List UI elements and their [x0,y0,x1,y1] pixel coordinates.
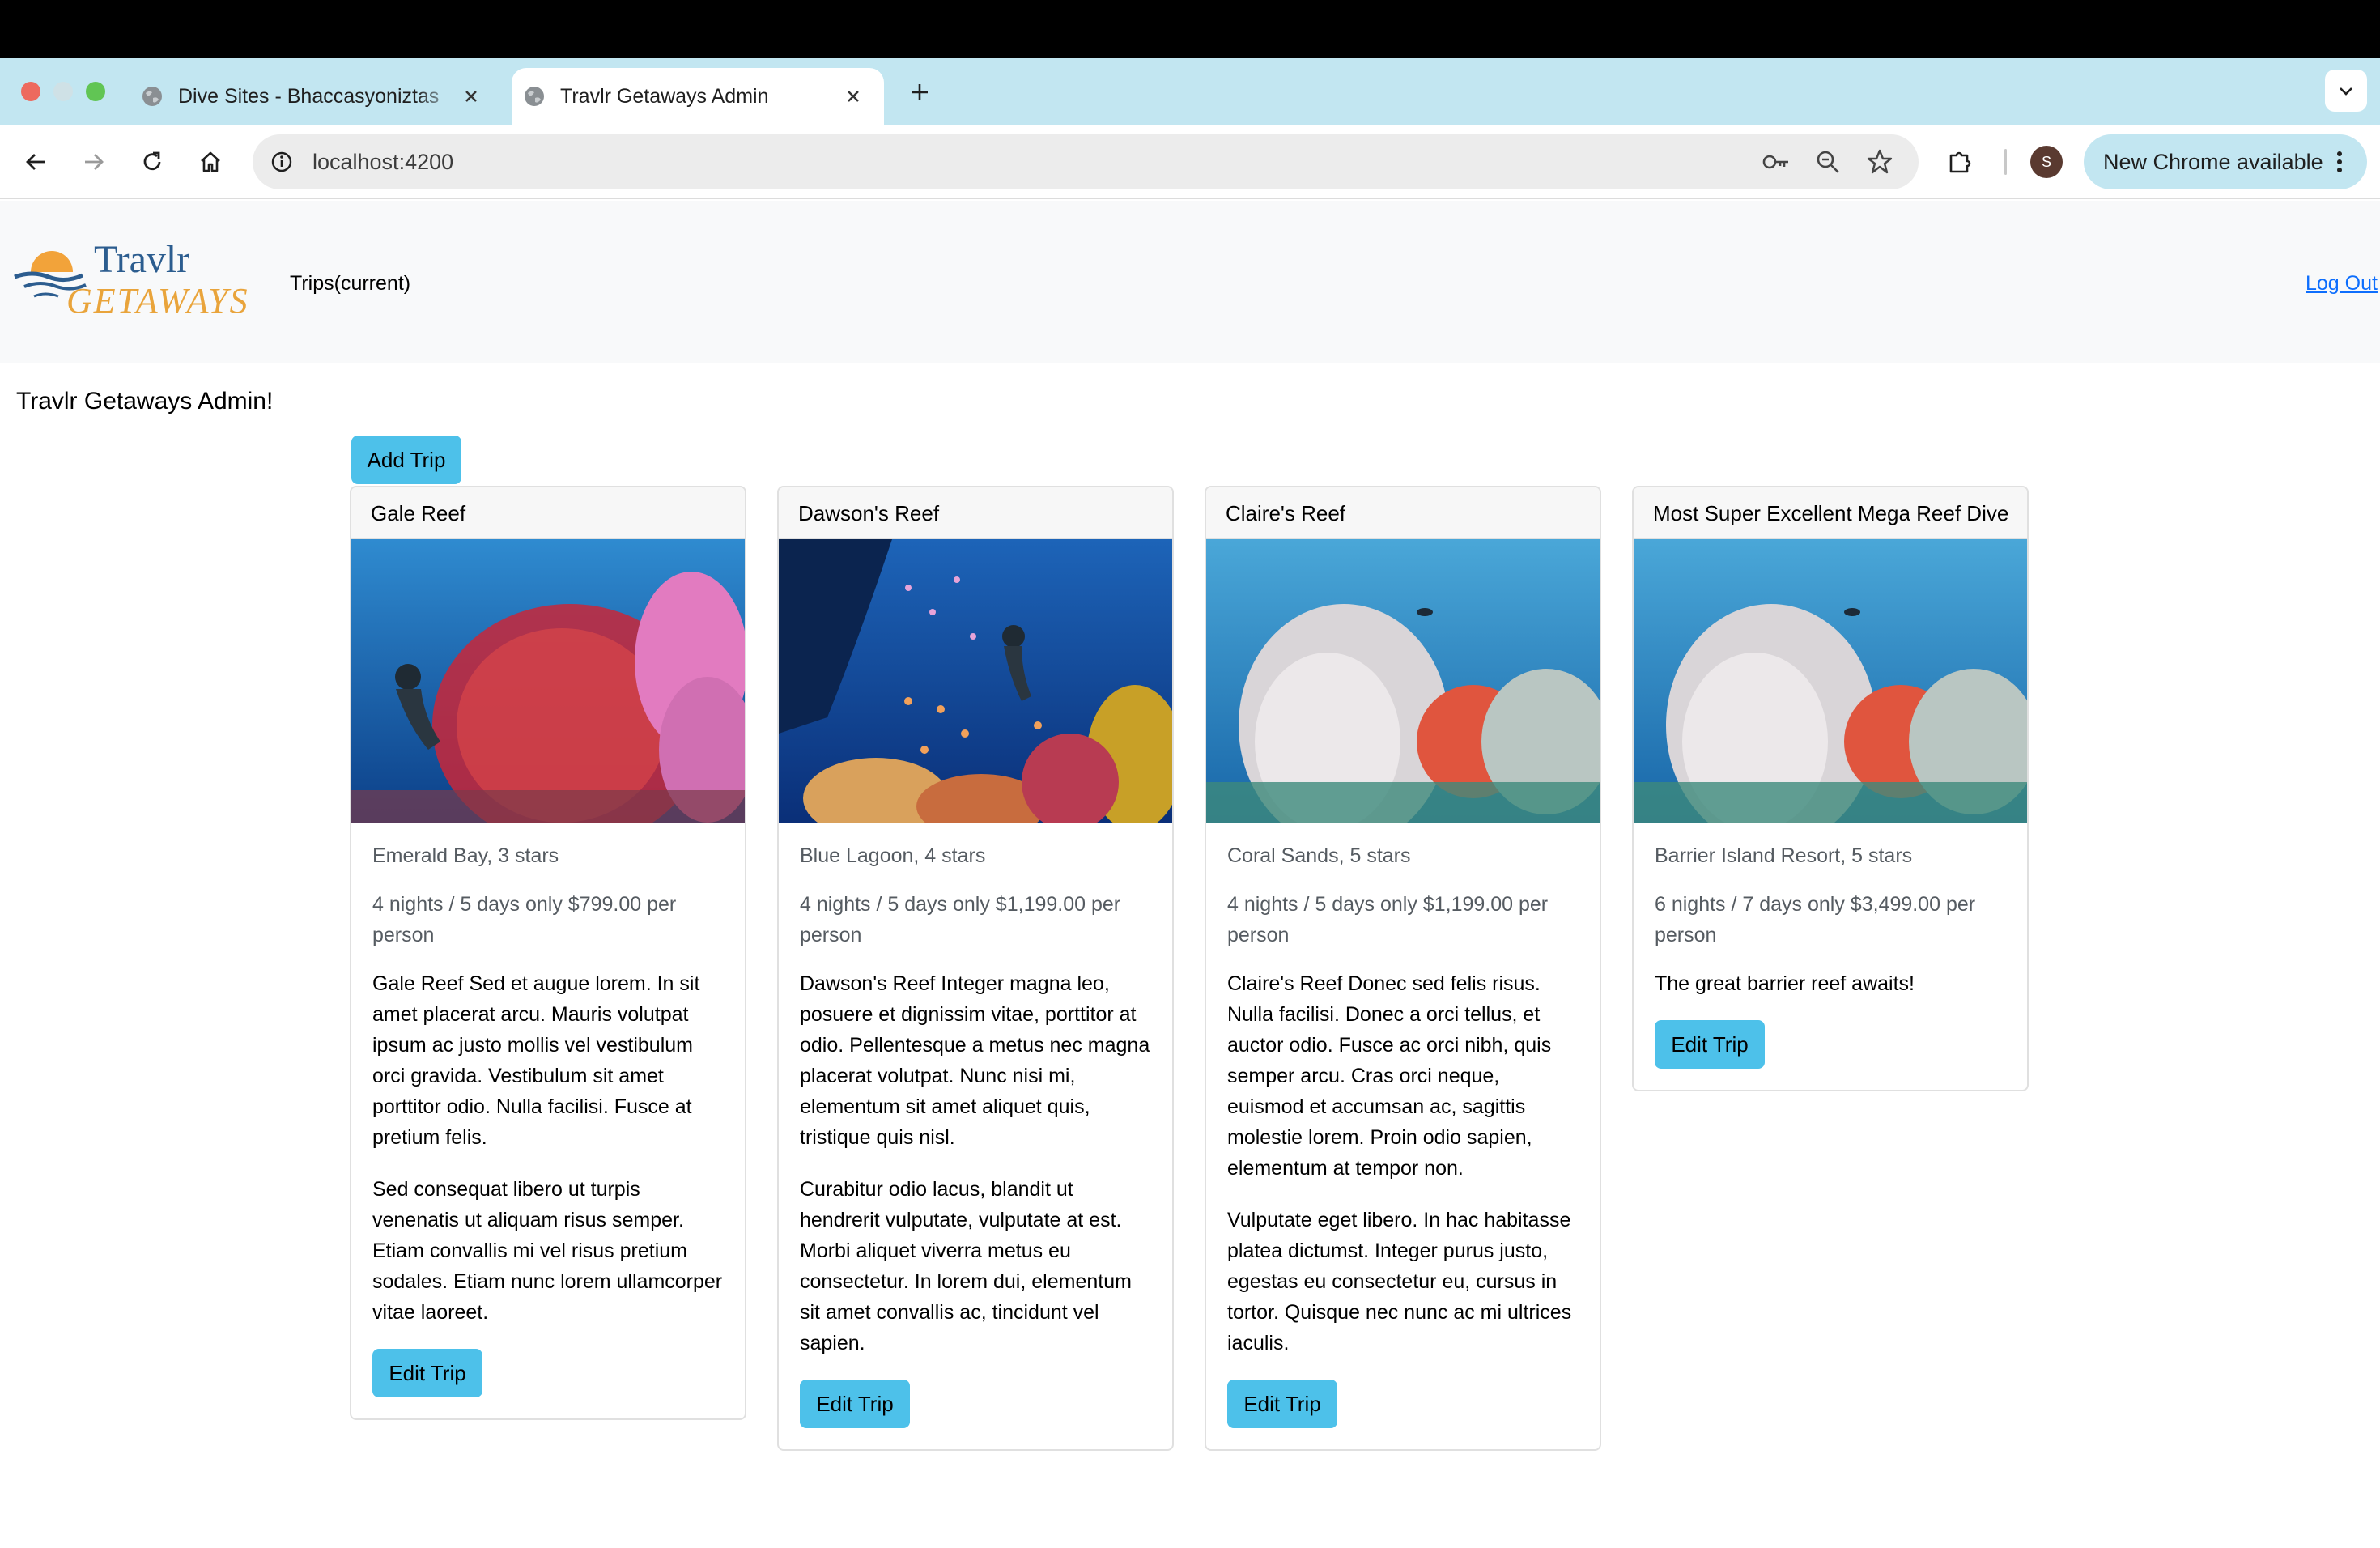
key-icon[interactable] [1760,146,1792,178]
home-icon [201,151,220,172]
plus-icon [912,84,928,100]
window-close-button[interactable] [21,82,40,101]
trip-price: 4 nights / 5 days only $799.00 per perso… [372,893,677,946]
address-bar[interactable] [253,134,1919,189]
url-text[interactable]: localhost:4200 [312,147,453,176]
trip-description: Claire's Reef Donec sed felis risus. Nul… [1227,972,1552,1180]
window-minimize-button[interactable] [53,82,73,101]
browser-tab-travlr-admin[interactable]: Travlr Getaways Admin [512,68,884,125]
reload-icon [143,151,161,171]
logout-link[interactable]: Log Out [2306,271,2378,296]
trip-description: Dawson's Reef Integer magna leo, posuere… [800,972,1150,1149]
trip-name: Most Super Excellent Mega Reef Dive [1634,487,2027,539]
tab-title: Travlr Getaways Admin [560,84,769,108]
update-label: New Chrome available [2103,149,2323,174]
close-icon[interactable] [458,83,484,109]
tab-title: Dive Sites - Bhaccasyoniztas [178,84,440,108]
trip-card-mega-reef-dive: Most Super Excellent Mega Reef Dive Barr… [1632,486,2029,1091]
extensions-puzzle-icon[interactable] [1943,144,1978,180]
edit-trip-button[interactable]: Edit Trip [800,1380,910,1428]
new-tab-button[interactable] [903,76,936,108]
site-info-icon[interactable] [267,147,296,176]
globe-icon [525,87,544,106]
trip-image [351,539,745,823]
trip-name: Gale Reef [351,487,745,539]
travlr-logo[interactable]: Travlr GETAWAYS [13,235,248,324]
reload-button[interactable] [134,144,170,180]
trip-resort: Blue Lagoon, 4 stars [800,844,986,867]
tab-search-button[interactable] [2325,70,2367,112]
trip-description: Vulputate eget libero. In hac habitasse … [1227,1209,1572,1354]
trip-resort: Coral Sands, 5 stars [1227,844,1411,867]
close-icon[interactable] [840,83,866,109]
trip-resort: Barrier Island Resort, 5 stars [1655,844,1913,867]
trip-image [1206,539,1600,823]
more-menu-icon[interactable] [2325,147,2354,176]
add-trip-button[interactable]: Add Trip [351,436,461,484]
window-zoom-button[interactable] [86,82,105,101]
trip-price: 4 nights / 5 days only $1,199.00 per per… [800,893,1121,946]
back-button[interactable] [18,144,53,180]
nav-trips-link[interactable]: Trips(current) [290,271,410,296]
trip-price: 4 nights / 5 days only $1,199.00 per per… [1227,893,1549,946]
arrow-left-icon [26,154,45,170]
trip-description: The great barrier reef awaits! [1655,972,1915,995]
trip-card-claires-reef: Claire's Reef Coral Sands, 5 stars 4 nig… [1205,486,1601,1451]
trip-description: Curabitur odio lacus, blandit ut hendrer… [800,1178,1132,1354]
logo-text-bottom: GETAWAYS [66,281,248,321]
forward-button[interactable] [76,144,112,180]
chevron-down-icon [2340,87,2352,96]
globe-icon [142,87,162,106]
browser-tab-dive-sites[interactable]: Dive Sites - Bhaccasyoniztas [130,68,502,125]
trip-description: Sed consequat libero ut turpis venenatis… [372,1178,723,1324]
edit-trip-button[interactable]: Edit Trip [1227,1380,1337,1428]
chrome-update-button[interactable]: New Chrome available [2084,134,2367,189]
trip-description: Gale Reef Sed et augue lorem. In sit ame… [372,972,700,1149]
trip-image [779,539,1172,823]
trip-card-gale-reef: Gale Reef Emerald Bay, 3 stars 4 nights … [350,486,746,1420]
toolbar-separator [2004,149,2007,175]
profile-avatar[interactable]: S [2030,146,2063,178]
edit-trip-button[interactable]: Edit Trip [372,1349,482,1397]
home-button[interactable] [193,144,228,180]
arrow-right-icon [85,154,104,170]
trip-card-dawsons-reef: Dawson's Reef Blue Lagoon, 4 stars 4 nig… [777,486,1174,1451]
page-title: Travlr Getaways Admin! [16,388,274,415]
trip-resort: Emerald Bay, 3 stars [372,844,559,867]
trip-price: 6 nights / 7 days only $3,499.00 per per… [1655,893,1976,946]
logo-text-top: Travlr [94,238,189,281]
trip-name: Claire's Reef [1206,487,1600,539]
edit-trip-button[interactable]: Edit Trip [1655,1020,1765,1069]
trip-name: Dawson's Reef [779,487,1172,539]
zoom-icon[interactable] [1812,146,1844,178]
trip-image [1634,539,2027,823]
bookmark-star-icon[interactable] [1864,146,1896,178]
screen-top-bar [0,0,2380,58]
